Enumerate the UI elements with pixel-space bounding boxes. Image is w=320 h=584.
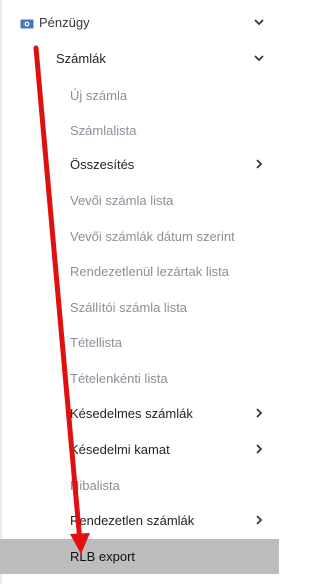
sidebar-item-kesedelmi-kamat[interactable]: Késedelmi kamat bbox=[0, 435, 279, 463]
sidebar-item-rlb-export[interactable]: RLB export bbox=[0, 539, 279, 574]
sidebar-item-tetellista[interactable]: Tétellista bbox=[0, 328, 279, 356]
sidebar-item-label: Hibalista bbox=[70, 477, 120, 493]
sidebar-item-vevoi-szamlak-datum[interactable]: Vevői számlák dátum szerint bbox=[0, 222, 279, 250]
sidebar-item-osszesites[interactable]: Összesítés bbox=[0, 150, 279, 178]
sidebar-item-kesedelmes-szamlak[interactable]: Késedelmes számlák bbox=[0, 399, 279, 427]
money-icon bbox=[20, 17, 34, 29]
sidebar-item-uj-szamla[interactable]: Új számla bbox=[0, 81, 279, 109]
chevron-right-icon bbox=[253, 514, 265, 526]
sidebar-item-vevoi-szamla-lista[interactable]: Vevői számla lista bbox=[0, 186, 279, 214]
sidebar-item-label: Pénzügy bbox=[39, 14, 90, 30]
chevron-right-icon bbox=[253, 158, 265, 170]
sidebar-item-label: Késedelmi kamat bbox=[70, 441, 170, 457]
chevron-down-icon bbox=[253, 52, 265, 64]
sidebar-item-label: Tételenkénti lista bbox=[70, 370, 168, 386]
sidebar-item-label: Számlalista bbox=[70, 122, 137, 138]
sidebar-item-tetelenkenti-lista[interactable]: Tételenkénti lista bbox=[0, 364, 279, 392]
chevron-down-icon bbox=[253, 16, 265, 28]
sidebar-item-label: Rendezetlen számlák bbox=[70, 512, 195, 528]
sidebar-item-szallitoi-szamla-lista[interactable]: Szállítói számla lista bbox=[0, 293, 279, 321]
sidebar-item-label: RLB export bbox=[70, 549, 136, 564]
sidebar-item-szamlalista[interactable]: Számlalista bbox=[0, 116, 279, 144]
sidebar-item-label: Összesítés bbox=[70, 156, 135, 172]
chevron-right-icon bbox=[253, 407, 265, 419]
sidebar-menu: Pénzügy Számlák Új számla Számlalista Ös… bbox=[0, 0, 279, 584]
sidebar-item-label: Rendezetlenül lezártak lista bbox=[70, 263, 229, 279]
sidebar-item-rendezetlen-szamlak[interactable]: Rendezetlen számlák bbox=[0, 506, 279, 534]
sidebar-item-label: Számlák bbox=[56, 50, 106, 66]
sidebar-item-label: Késedelmes számlák bbox=[70, 405, 193, 421]
sidebar-item-penzugy[interactable]: Pénzügy bbox=[0, 8, 279, 36]
sidebar-item-label: Szállítói számla lista bbox=[70, 299, 188, 315]
sidebar-item-label: Vevői számlák dátum szerint bbox=[70, 228, 235, 244]
chevron-right-icon bbox=[253, 443, 265, 455]
sidebar-item-hibalista[interactable]: Hibalista bbox=[0, 471, 279, 499]
sidebar-item-szamlak[interactable]: Számlák bbox=[0, 44, 279, 72]
sidebar-item-label: Vevői számla lista bbox=[70, 192, 174, 208]
sidebar-item-label: Új számla bbox=[70, 87, 128, 103]
sidebar-item-rendezetlenul-lezartak[interactable]: Rendezetlenül lezártak lista bbox=[0, 257, 279, 285]
sidebar-item-label: Tétellista bbox=[70, 334, 123, 350]
